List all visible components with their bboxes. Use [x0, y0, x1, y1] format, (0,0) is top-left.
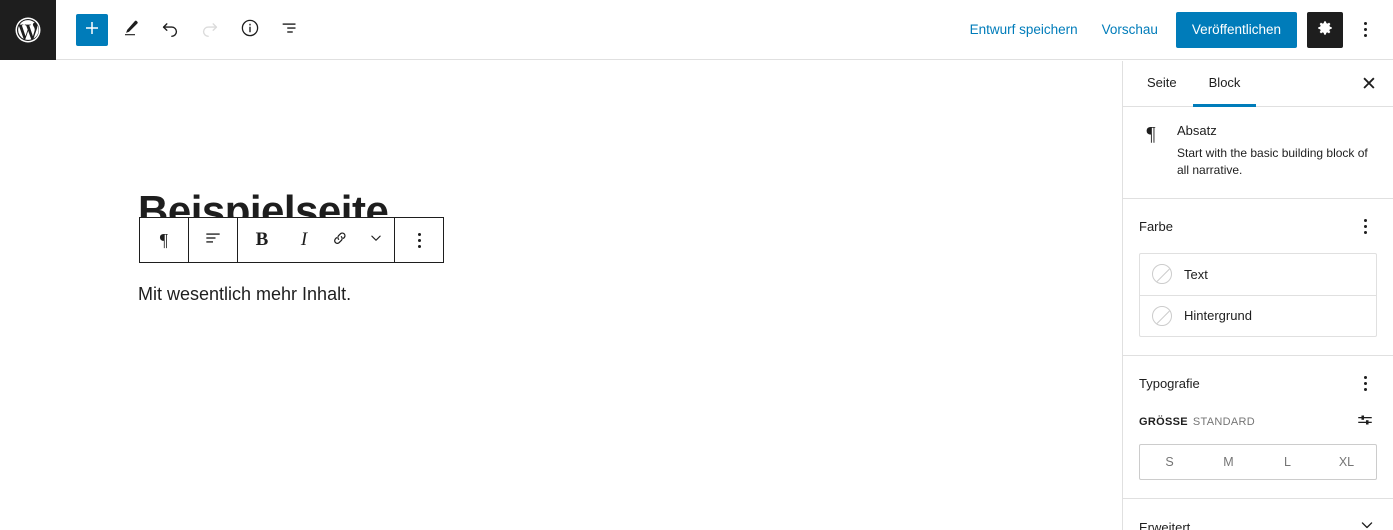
alignment-group — [189, 218, 237, 262]
wordpress-logo-icon — [13, 15, 43, 45]
advanced-section-label: Erweitert — [1139, 519, 1191, 530]
header-left-toolbar — [56, 12, 312, 48]
typography-section-title: Typografie — [1139, 376, 1200, 392]
no-color-swatch — [1152, 264, 1172, 285]
more-options-button[interactable] — [1349, 12, 1381, 48]
save-draft-link[interactable]: Entwurf speichern — [958, 16, 1090, 43]
publish-button[interactable]: Veröffentlichen — [1175, 11, 1297, 48]
header-right-actions: Entwurf speichern Vorschau Veröffentlich… — [958, 11, 1393, 48]
editor-header-bar: Entwurf speichern Vorschau Veröffentlich… — [0, 0, 1393, 60]
sidebar-tabs: Seite Block ✕ — [1123, 61, 1393, 107]
tab-block[interactable]: Block — [1192, 61, 1257, 107]
more-formats-button[interactable] — [358, 218, 394, 262]
italic-button[interactable]: I — [286, 218, 322, 262]
list-view-button[interactable] — [272, 12, 308, 48]
bold-button[interactable]: B — [238, 218, 286, 262]
color-row-background[interactable]: Hintergrund — [1140, 294, 1376, 336]
color-section-header: Farbe — [1139, 215, 1377, 239]
align-text-icon — [203, 228, 223, 253]
editor-canvas[interactable]: Beispielseite Mit wesentlich mehr Inhalt… — [0, 61, 1122, 530]
font-size-m-button[interactable]: M — [1199, 445, 1258, 479]
link-icon — [330, 228, 350, 253]
redo-arrow-icon — [199, 17, 221, 42]
sliders-icon — [1356, 411, 1374, 432]
font-size-label: GRÖSSE — [1139, 415, 1188, 428]
pencil-icon — [120, 18, 140, 41]
block-info-text: Absatz Start with the basic building blo… — [1177, 123, 1377, 180]
block-type-group: ¶ — [140, 218, 188, 262]
link-button[interactable] — [322, 218, 358, 262]
block-options-button[interactable] — [395, 218, 443, 262]
plus-icon — [83, 19, 101, 40]
preview-link[interactable]: Vorschau — [1090, 16, 1170, 43]
kebab-menu-icon — [1363, 219, 1367, 235]
color-section-title: Farbe — [1139, 219, 1173, 235]
settings-button[interactable] — [1307, 11, 1343, 48]
details-button[interactable] — [232, 12, 268, 48]
redo-button[interactable] — [192, 12, 228, 48]
chevron-down-icon — [367, 229, 385, 252]
formatting-group: B I — [238, 218, 394, 262]
close-sidebar-button[interactable]: ✕ — [1353, 68, 1385, 100]
tools-pencil-button[interactable] — [112, 12, 148, 48]
kebab-menu-icon — [1363, 22, 1367, 37]
align-button[interactable] — [189, 218, 237, 262]
font-size-l-button[interactable]: L — [1258, 445, 1317, 479]
color-row-text[interactable]: Text — [1140, 254, 1376, 295]
block-title: Absatz — [1177, 123, 1217, 138]
color-section: Farbe Text Hintergrund — [1123, 199, 1393, 356]
gear-icon — [1315, 18, 1335, 41]
color-row-label: Text — [1184, 266, 1208, 282]
undo-button[interactable] — [152, 12, 188, 48]
font-size-custom-button[interactable] — [1353, 410, 1377, 434]
wordpress-block-editor: Entwurf speichern Vorschau Veröffentlich… — [0, 0, 1393, 530]
font-size-value: STANDARD — [1192, 415, 1255, 428]
wordpress-logo-button[interactable] — [0, 0, 56, 60]
kebab-menu-icon — [417, 232, 421, 248]
font-size-label-group: GRÖSSE STANDARD — [1139, 416, 1255, 428]
block-info-card: ¶ Absatz Start with the basic building b… — [1123, 107, 1393, 199]
color-options-list: Text Hintergrund — [1139, 252, 1377, 337]
block-toolbar: ¶ B I — [139, 217, 444, 263]
tab-seite[interactable]: Seite — [1131, 61, 1193, 107]
block-description: Start with the basic building block of a… — [1177, 146, 1368, 178]
font-size-s-button[interactable]: S — [1140, 445, 1199, 479]
font-size-header: GRÖSSE STANDARD — [1139, 410, 1377, 434]
advanced-section-toggle[interactable]: Erweitert — [1123, 499, 1393, 530]
block-options-group — [395, 218, 443, 262]
typography-section-options-button[interactable] — [1353, 372, 1377, 396]
font-size-picker: S M L XL — [1139, 443, 1377, 480]
typography-section: Typografie GRÖSSE STANDARD S M L XL — [1123, 356, 1393, 499]
color-row-label: Hintergrund — [1184, 308, 1252, 324]
settings-sidebar: Seite Block ✕ ¶ Absatz Start with the ba… — [1122, 61, 1393, 530]
block-type-button[interactable]: ¶ — [140, 218, 188, 262]
kebab-menu-icon — [1363, 376, 1367, 392]
add-block-button[interactable] — [76, 13, 108, 46]
color-section-options-button[interactable] — [1353, 215, 1377, 239]
no-color-swatch — [1152, 305, 1172, 326]
chevron-down-icon — [1357, 515, 1377, 530]
undo-arrow-icon — [159, 17, 181, 42]
typography-section-header: Typografie — [1139, 372, 1377, 396]
paragraph-block-content[interactable]: Mit wesentlich mehr Inhalt. — [138, 280, 351, 309]
list-view-icon — [279, 17, 301, 42]
info-circle-icon — [239, 17, 261, 42]
font-size-xl-button[interactable]: XL — [1317, 445, 1376, 479]
paragraph-pilcrow-icon: ¶ — [1146, 123, 1156, 145]
